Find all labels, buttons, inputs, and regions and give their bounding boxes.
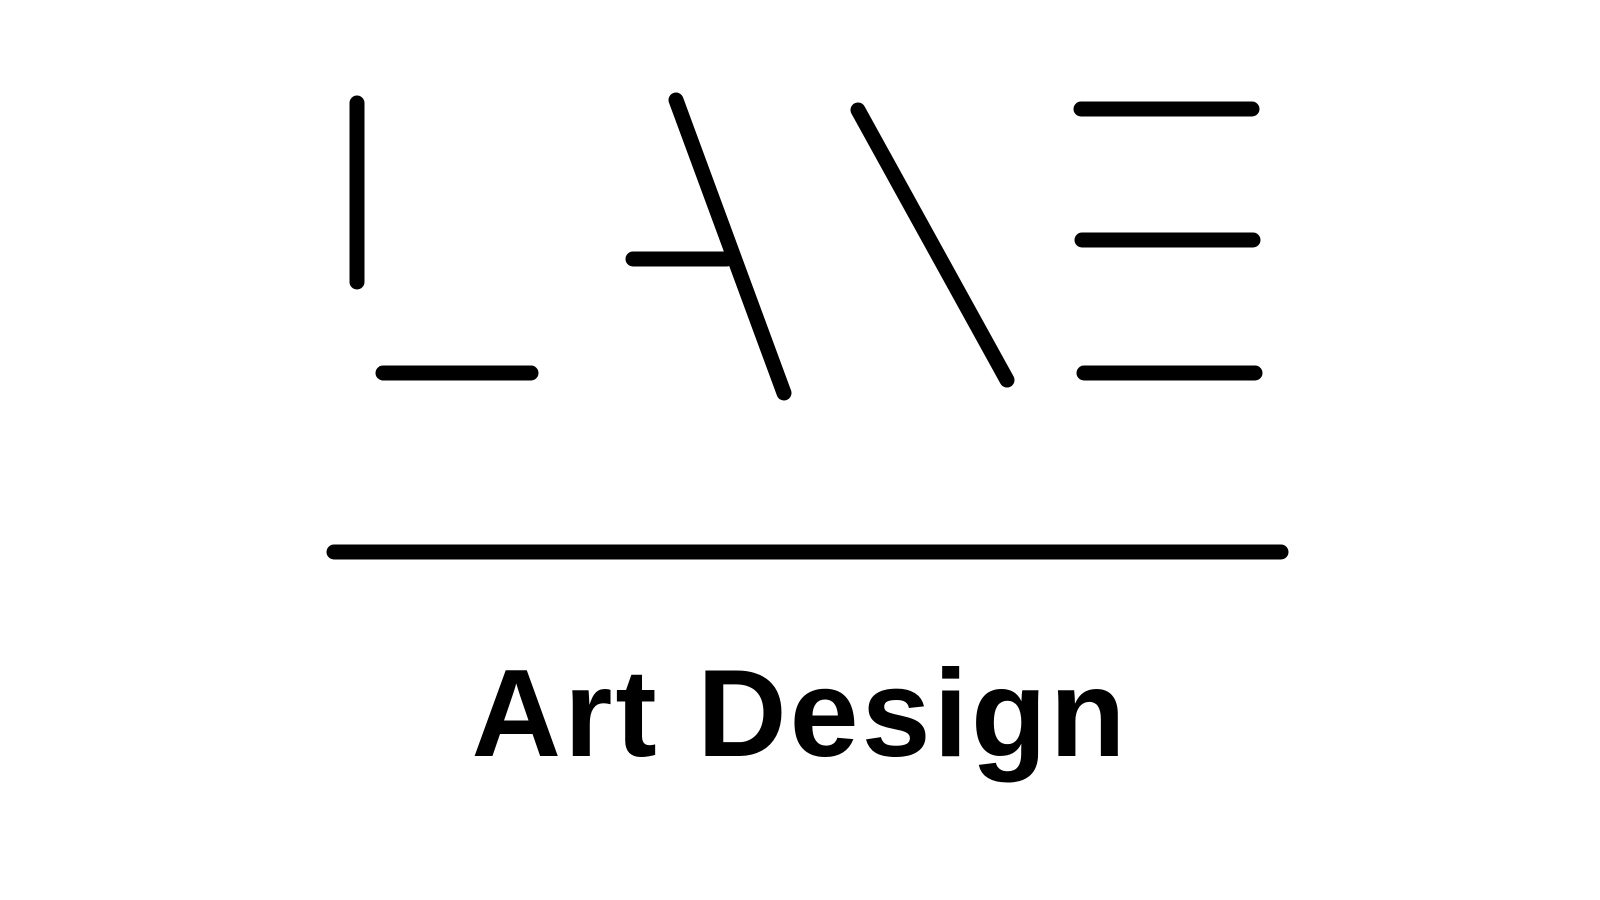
logo-canvas: Art Design [0,0,1600,900]
logo-caption: Art Design [471,645,1129,783]
logo-a-diagonal-stroke [668,92,792,401]
logo-letter-n [850,102,1015,388]
logo-n-diagonal-stroke [850,102,1015,388]
logo-letter-l [349,95,539,381]
logo-letter-a [625,92,792,401]
logo-letter-e [1073,101,1263,381]
